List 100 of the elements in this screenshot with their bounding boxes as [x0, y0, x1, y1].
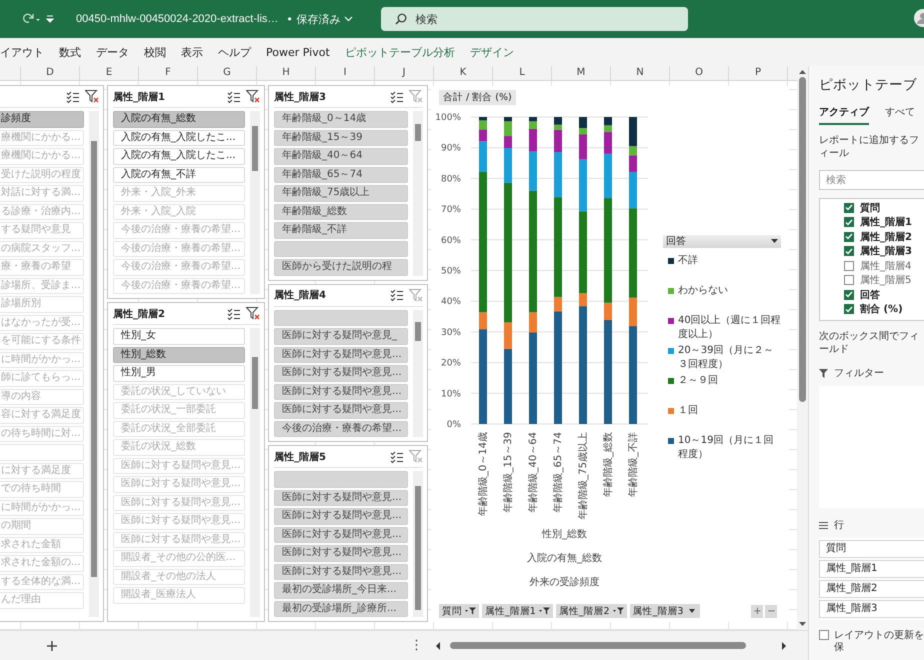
checkbox[interactable] [844, 217, 854, 228]
pane-tab[interactable]: すべて [885, 104, 915, 125]
slicer-item[interactable]: 入院の有無_入院したこ... [113, 130, 245, 146]
multi-select-icon[interactable] [390, 450, 403, 462]
row-field[interactable]: 属性_階層3 [819, 600, 924, 618]
slicer-item[interactable]: 最初の受診場所_今日来... [274, 582, 408, 598]
field-name[interactable]: 属性_階層1 [860, 215, 912, 230]
slicer-item[interactable]: 年齢階級_40～64 [274, 148, 408, 164]
scroll-left-icon[interactable] [435, 642, 440, 650]
pane-tab[interactable]: アクティブ [819, 104, 869, 125]
checkbox[interactable] [819, 630, 829, 640]
scrollbar[interactable] [413, 310, 423, 437]
slicer-item[interactable]: 最初の受診場所_診療所... [274, 600, 408, 617]
add-sheet-button[interactable]: + [44, 636, 60, 655]
field-name[interactable]: 質問 [860, 200, 880, 215]
field-button[interactable]: 質問 [439, 604, 479, 618]
ribbon-tab[interactable]: ピボットテーブル分析 [344, 44, 455, 60]
column-header[interactable]: P [729, 66, 788, 80]
zoom-button[interactable]: − [765, 604, 778, 618]
horizontal-scrollbar[interactable] [435, 642, 787, 650]
field-search[interactable]: 検索 [819, 170, 924, 190]
more-options-button[interactable]: ⋮ [410, 638, 423, 653]
slicer-item[interactable]: 医師に対する疑問や意見... [274, 545, 408, 562]
zoom-button[interactable]: + [751, 604, 764, 618]
column-header[interactable]: F [139, 66, 198, 80]
scroll-right-icon[interactable] [782, 642, 787, 650]
scrollbar[interactable] [413, 471, 423, 617]
ribbon-tab[interactable]: デザイン [470, 44, 514, 60]
checkbox[interactable] [844, 275, 854, 286]
checkbox[interactable] [844, 202, 854, 213]
slicer-item[interactable]: 診頻度 [0, 111, 84, 128]
chevron-icon[interactable] [344, 16, 354, 22]
slicer-item[interactable]: 医師から受けた説明の程 [274, 259, 408, 276]
clear-filter-icon[interactable] [246, 307, 260, 320]
checkbox[interactable] [844, 246, 854, 256]
field-name[interactable]: 回答 [860, 288, 880, 302]
ribbon-tab[interactable]: 校閲 [144, 44, 166, 60]
slicer-item[interactable]: 今後の治療・療養の希望... [274, 420, 408, 437]
scrollbar[interactable] [250, 111, 260, 294]
slicer-item[interactable]: 医師に対する疑問や意見_ [274, 328, 408, 344]
column-header[interactable]: L [493, 66, 552, 80]
slicer-item[interactable]: 年齢階級_総数 [274, 204, 408, 220]
multi-select-icon[interactable] [390, 90, 403, 102]
search-field[interactable]: 検索 [381, 7, 688, 31]
scrollbar[interactable] [250, 328, 260, 617]
field-name[interactable]: 割合 (%) [860, 302, 903, 316]
column-header[interactable]: O [670, 66, 729, 80]
column-header[interactable]: I [316, 66, 375, 80]
checkbox[interactable] [844, 290, 854, 300]
slicer-item[interactable]: 入院の有無_入院したこ... [113, 148, 245, 164]
ribbon-tab[interactable]: 表示 [181, 44, 203, 60]
slicer-item[interactable]: 年齢階級_不詳 [274, 222, 408, 238]
slicer-item[interactable]: 医師に対する疑問や意見... [274, 384, 408, 400]
row-field[interactable]: 属性_階層1 [819, 560, 924, 578]
multi-select-icon[interactable] [227, 308, 240, 320]
slicer-item[interactable]: 年齢階級_75歳以上 [274, 185, 408, 202]
slicer-item[interactable]: 医師に対する疑問や意見... [274, 508, 408, 524]
ribbon-tab[interactable]: 数式 [59, 44, 81, 60]
ribbon-tab[interactable]: イアウト [0, 44, 44, 60]
ribbon-tab[interactable]: ヘルプ [218, 44, 251, 60]
ribbon-tab[interactable]: Power Pivot [266, 46, 330, 58]
column-header[interactable]: D [21, 66, 80, 80]
scrollbar[interactable] [413, 111, 423, 276]
column-header[interactable]: J [375, 66, 434, 80]
slicer-item[interactable]: 性別_男 [113, 365, 245, 382]
row-field[interactable]: 質問 [819, 540, 924, 558]
scroll-up-icon[interactable] [799, 69, 806, 74]
slicer-item[interactable]: 性別_女 [113, 328, 245, 344]
checkbox[interactable] [844, 260, 854, 271]
scrollbar[interactable] [89, 111, 99, 617]
legend-field-button[interactable]: 回答 [663, 235, 781, 248]
redo-icon[interactable] [20, 13, 40, 25]
vertical-scrollbar[interactable] [797, 66, 808, 630]
field-name[interactable]: 属性_階層2 [860, 230, 912, 244]
ribbon-tab[interactable]: データ [96, 44, 129, 60]
slicer-item[interactable]: 年齢階級_0～14歳 [274, 111, 408, 128]
slicer-item[interactable]: 医師に対する疑問や意見... [274, 346, 408, 363]
multi-select-icon[interactable] [227, 90, 240, 102]
column-header[interactable]: H [257, 66, 316, 80]
checkbox[interactable] [844, 232, 854, 242]
column-header[interactable]: M [552, 66, 611, 80]
slicer-item[interactable]: 医師に対する疑問や意見... [274, 402, 408, 418]
column-header[interactable]: G [198, 66, 257, 80]
checkbox[interactable] [844, 304, 854, 314]
slicer-item[interactable]: 性別_総数 [113, 346, 245, 363]
column-header[interactable]: N [611, 66, 670, 80]
slicer-item[interactable]: 年齢階級_65～74 [274, 166, 408, 183]
slicer-item[interactable]: 医師に対する疑問や意見... [274, 365, 408, 382]
row-field[interactable]: 属性_階層2 [819, 580, 924, 598]
defer-update-label[interactable]: レイアウトの更新を保 [834, 630, 924, 654]
clear-filter-icon[interactable] [85, 90, 99, 103]
value-field-button[interactable]: 合計 / 割合 (%) [439, 90, 516, 105]
scroll-down-icon[interactable] [799, 622, 806, 627]
slicer-item[interactable]: 年齢階級_15～39 [274, 130, 408, 146]
slicer-item[interactable]: 医師に対する疑問や意見... [274, 564, 408, 580]
column-header[interactable]: K [434, 66, 493, 80]
field-name[interactable]: 属性_階層4 [860, 258, 912, 273]
slicer-item[interactable]: 医師に対する疑問や意見... [274, 490, 408, 506]
field-button[interactable]: 属性_階層1 [482, 604, 553, 618]
field-button[interactable]: 属性_階層3 [630, 604, 700, 618]
